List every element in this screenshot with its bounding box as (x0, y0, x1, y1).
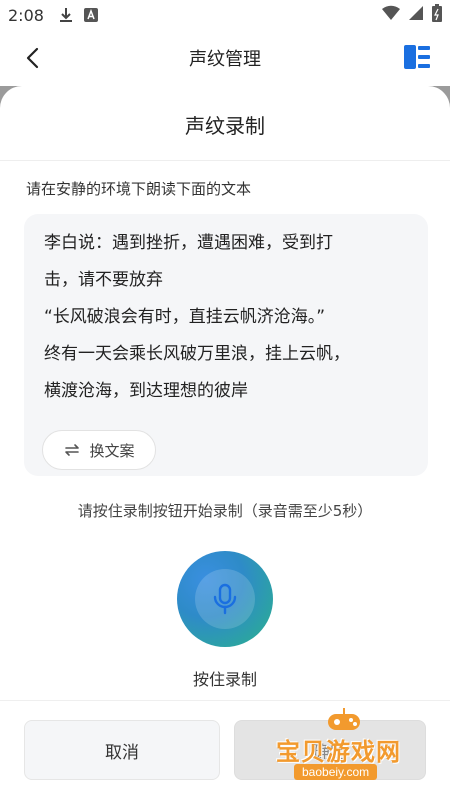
swap-text-label: 换文案 (89, 441, 135, 460)
download-icon (58, 7, 74, 23)
list-button[interactable] (404, 45, 430, 71)
swap-text-button[interactable]: 换文案 (42, 430, 156, 470)
page-title: 声纹管理 (189, 49, 261, 70)
swap-icon (65, 444, 80, 456)
voiceprint-record-sheet: 声纹录制 请在安静的环境下朗读下面的文本 李白说：遇到挫折，遭遇困难，受到打 击… (0, 86, 450, 800)
sheet-title: 声纹录制 (185, 114, 265, 138)
divider (0, 160, 450, 161)
record-button-inner (195, 569, 255, 629)
battery-icon (432, 4, 442, 26)
back-button[interactable] (20, 46, 44, 70)
reading-text-card: 李白说：遇到挫折，遭遇困难，受到打 击，请不要放弃 “长风破浪会有时，直挂云帆济… (24, 214, 428, 476)
signal-icon (408, 5, 424, 25)
instruction-text: 请在安静的环境下朗读下面的文本 (26, 180, 252, 198)
reading-text-line: 李白说：遇到挫折，遭遇困难，受到打 (44, 233, 333, 253)
reading-text-line: 终有一天会乘长风破万里浪，挂上云帆， (44, 344, 350, 364)
record-button[interactable] (177, 551, 273, 647)
record-label: 按住录制 (192, 670, 257, 689)
reading-text-line: 横渡沧海，到达理想的彼岸 (44, 381, 248, 401)
list-icon (404, 45, 430, 69)
microphone-icon (213, 583, 237, 615)
record-hint: 请按住录制按钮开始录制（录音需至少5秒） (77, 502, 373, 520)
reading-text-line: “长风破浪会有时，直挂云帆济沧海。” (44, 307, 326, 327)
text-a-icon (83, 8, 98, 22)
cancel-button[interactable]: 取消 (24, 720, 220, 780)
divider (0, 700, 450, 701)
status-time: 2:08 (8, 5, 44, 25)
reading-text-line: 击，请不要放弃 (44, 270, 163, 290)
chevron-left-icon (26, 47, 39, 69)
status-bar: 2:08 (0, 0, 450, 30)
app-header: 声纹管理 (0, 30, 450, 86)
wifi-icon (382, 5, 400, 25)
confirm-button[interactable]: 确定 (234, 720, 426, 780)
